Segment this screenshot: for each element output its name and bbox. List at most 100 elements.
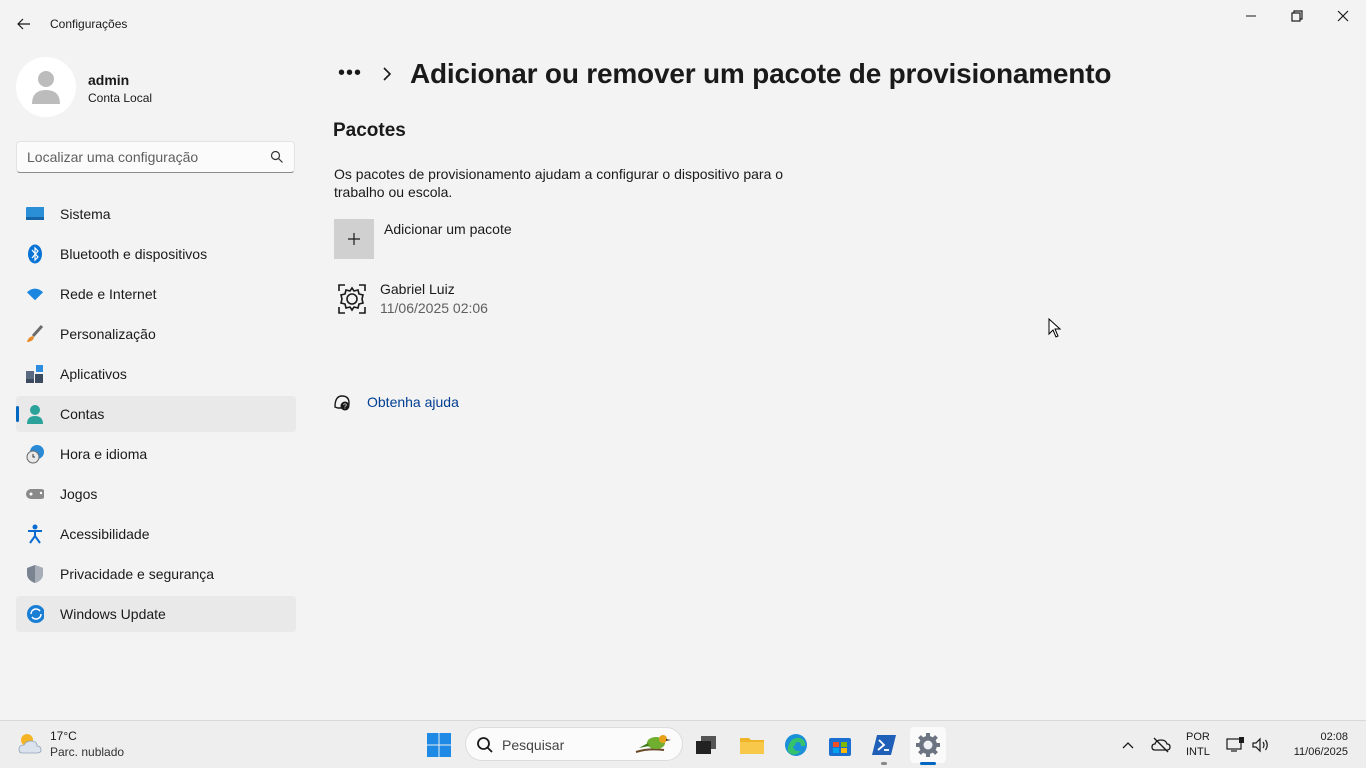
windows-update-icon [26,605,44,623]
volume-button[interactable] [1250,721,1272,768]
search-icon [270,150,283,163]
sidebar-item-windows-update[interactable]: Windows Update [16,596,296,632]
settings-app-button[interactable] [910,727,946,763]
add-package-button[interactable] [334,219,374,259]
restore-button[interactable] [1274,0,1320,32]
minimize-button[interactable] [1228,0,1274,32]
sidebar-item-privacidade[interactable]: Privacidade e segurança [16,556,296,592]
search-icon [477,737,493,753]
plus-icon [348,233,360,245]
cloud-offline-icon [1151,737,1171,753]
start-button[interactable] [421,727,457,763]
avatar [16,57,76,117]
settings-gear-icon [916,733,940,757]
network-icon [1226,737,1244,752]
sidebar-nav: Sistema Bluetooth e dispositivos Rede e … [16,196,296,636]
search-input[interactable] [27,142,267,172]
close-icon [1337,10,1349,22]
sidebar-item-label: Bluetooth e dispositivos [60,246,208,262]
sidebar-item-jogos[interactable]: Jogos [16,476,296,512]
running-indicator [881,762,887,765]
back-button[interactable] [10,12,38,36]
selection-indicator [16,406,19,422]
edge-browser-button[interactable] [778,727,814,763]
onedrive-button[interactable] [1148,721,1174,768]
taskbar: 17°C Parc. nublado Pesquisar POR INTL 02… [0,720,1366,768]
sidebar-item-label: Sistema [60,206,111,222]
shield-icon [26,565,44,583]
input-language-indicator[interactable]: POR INTL [1186,730,1210,760]
svg-text:?: ? [343,404,347,411]
sidebar-item-bluetooth[interactable]: Bluetooth e dispositivos [16,236,296,272]
network-status-button[interactable] [1224,721,1246,768]
settings-search-box[interactable] [16,141,295,173]
microsoft-store-button[interactable] [822,727,858,763]
apps-icon [26,365,44,383]
taskbar-search[interactable]: Pesquisar [465,727,683,761]
back-arrow-icon [17,18,30,30]
wifi-icon [26,285,44,303]
sidebar-item-label: Contas [60,406,105,422]
sidebar-item-label: Hora e idioma [60,446,148,462]
show-hidden-icons-button[interactable] [1116,721,1140,768]
close-button[interactable] [1320,0,1366,32]
sidebar-item-rede[interactable]: Rede e Internet [16,276,296,312]
package-date: 11/06/2025 02:06 [380,300,488,316]
weather-temperature: 17°C [50,729,77,743]
clock[interactable]: 02:08 11/06/2025 [1294,730,1348,760]
sidebar-item-label: Privacidade e segurança [60,566,215,582]
sidebar-item-sistema[interactable]: Sistema [16,196,296,232]
folder-icon [740,738,764,754]
restore-icon [1291,10,1303,22]
account-type: Conta Local [88,91,153,105]
file-explorer-button[interactable] [734,727,770,763]
minimize-icon [1246,15,1256,17]
app-title: Configurações [50,17,128,31]
mouse-cursor-icon [1048,318,1062,338]
edge-icon [785,734,807,756]
accessibility-icon [26,524,44,544]
brush-icon [26,325,44,343]
title-bar: Configurações [0,0,1366,48]
powershell-icon [872,735,896,755]
date: 11/06/2025 [1293,746,1348,758]
sidebar-item-label: Acessibilidade [60,526,150,542]
partly-cloudy-icon [18,734,42,754]
sidebar-item-label: Windows Update [60,606,166,622]
bluetooth-icon [26,244,44,264]
package-gear-icon [336,282,368,316]
sidebar-item-aplicativos[interactable]: Aplicativos [16,356,296,392]
powershell-button[interactable] [866,727,902,763]
windows-logo-icon [427,733,451,757]
sidebar-item-label: Jogos [60,486,98,502]
time-language-icon [26,445,44,464]
keyboard-layout: INTL [1186,746,1210,758]
search-highlight-bird-icon [635,735,671,753]
add-package-label[interactable]: Adicionar um pacote [384,221,512,237]
weather-description: Parc. nublado [50,745,125,759]
breadcrumb-more-button[interactable]: ••• [338,62,362,85]
user-profile[interactable]: admin Conta Local [16,57,296,117]
sidebar-item-contas[interactable]: Contas [16,396,296,432]
sidebar-item-hora-idioma[interactable]: Hora e idioma [16,436,296,472]
user-silhouette-icon [32,71,60,104]
chevron-right-icon [383,67,392,81]
page-title: Adicionar ou remover um pacote de provis… [410,58,1112,89]
task-view-icon [696,736,716,754]
gamepad-icon [26,485,44,503]
user-name: admin [88,72,130,88]
sidebar-item-personalizacao[interactable]: Personalização [16,316,296,352]
sidebar-item-label: Personalização [60,326,156,342]
store-icon [829,738,851,756]
get-help-link[interactable]: Obtenha ajuda [367,394,459,410]
section-title: Pacotes [333,120,406,141]
task-view-button[interactable] [688,727,724,763]
sidebar-item-acessibilidade[interactable]: Acessibilidade [16,516,296,552]
time: 02:08 [1320,731,1348,743]
sidebar-item-label: Rede e Internet [60,286,157,302]
package-name[interactable]: Gabriel Luiz [380,281,455,297]
help-icon: ? [334,395,350,411]
volume-icon [1252,737,1268,753]
section-description: Os pacotes de provisionamento ajudam a c… [334,166,784,200]
active-indicator [920,762,936,765]
